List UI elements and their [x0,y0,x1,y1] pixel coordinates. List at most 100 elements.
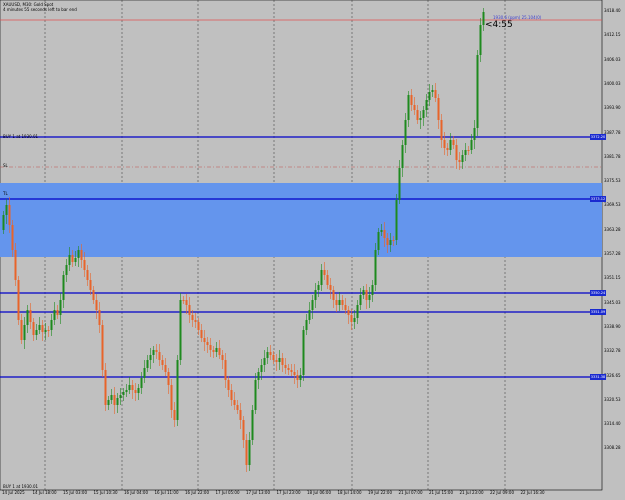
candle-bull [152,350,155,355]
time-axis-label: 15 Jul 10:30 [93,490,118,495]
candle-bull [395,200,398,240]
candle-bear [185,300,188,305]
time-axis-label: 22 Jul 09:00 [490,490,514,495]
candle-bull [260,365,263,372]
candle-bear [230,390,233,400]
buy-line-label: BUY 1 at 1930.01 [3,134,39,139]
candle-bull [137,388,140,393]
candle-bull [248,440,251,465]
candle-bear [92,290,95,300]
time-axis-label: 18 Jul 14:00 [337,490,362,495]
candle-bear [383,230,386,238]
candle-bear [227,380,230,390]
price-axis-label: 3357.28 [604,251,621,256]
candle-bear [326,275,329,285]
candle-bear [455,145,458,160]
candle-bear [32,322,35,335]
candle-bull [377,232,380,250]
candle-bull [257,372,260,380]
candle-bull [251,410,254,440]
candle-bull [44,330,47,332]
supply-zone [0,183,602,257]
candle-bear [200,330,203,338]
price-axis-label: 3369.53 [604,202,621,208]
price-chart[interactable] [0,0,625,500]
candle-bull [317,285,320,290]
candle-bear [101,325,104,370]
candle-bull [50,320,53,330]
candle-bear [410,95,413,105]
candle-bull [266,352,269,358]
candle-bear [269,352,272,355]
candle-bull [362,290,365,295]
candle-bull [302,330,305,375]
candle-bear [113,395,116,405]
time-axis-label: 17 Jul 05:00 [215,490,240,495]
price-axis-label: 3387.78 [604,129,621,135]
candle-bear [170,385,173,410]
candle-bull [215,348,218,352]
candle-bear [341,300,344,305]
time-axis-label: 17 Jul 13:00 [246,490,270,495]
candle-bull [140,378,143,388]
candle-bull [449,140,452,150]
candle-bear [329,285,332,290]
candle-bear [182,300,185,301]
candle-bull [263,358,266,365]
candle-bear [86,270,89,280]
price-tag: 3350.24 [590,290,606,296]
candle-bear [323,270,326,275]
time-axis-label: 19 Jul 22:00 [368,490,392,495]
candle-bear [365,290,368,300]
price-tag: 3351.09 [590,309,606,315]
candle-bear [443,140,446,148]
candle-bull [374,250,377,285]
candle-bull [311,300,314,310]
candle-bull [353,318,356,322]
candle-bear [209,345,212,350]
price-axis-label: 3412.15 [604,32,621,38]
candle-bear [134,390,137,393]
time-axis-label: 16 Jul 04:00 [124,490,148,495]
candle-bear [71,255,74,262]
candle-bull [476,55,479,128]
candle-bear [221,355,224,360]
candle-bull [338,300,341,305]
candle-bear [17,280,20,320]
candle-bull [419,118,422,120]
candle-bear [203,338,206,342]
candle-bull [380,230,383,232]
candle-bear [446,148,449,150]
candle-bear [161,360,164,365]
price-axis-label: 3308.28 [604,445,621,451]
chart-window[interactable]: XAUUSD, M30: Gold Spot 4 minutes 55 seco… [0,0,625,500]
candle-bull [23,325,26,340]
candle-bear [437,98,440,120]
candle-bull [122,392,125,395]
tp-line-label: TL [3,191,8,196]
time-axis-label: 16 Jul 11:00 [154,490,179,495]
candle-bear [83,260,86,270]
candle-bull [77,250,80,258]
candle-bull [431,90,434,92]
candle-bear [191,315,194,320]
time-axis-label: 22 Jul 16:30 [520,490,545,495]
candle-bull [278,358,281,362]
candle-bear [335,300,338,305]
price-axis-label: 3326.65 [604,372,621,378]
candle-bear [20,320,23,340]
candle-bear [296,375,299,380]
candle-bear [197,322,200,330]
candle-bear [416,110,419,120]
candle-bear [56,310,59,315]
price-axis-label: 3351.15 [604,275,621,281]
time-axis-label: 21 Jul 07:00 [398,490,423,495]
candle-bear [188,305,191,315]
price-tag: 3373.12 [590,196,606,202]
bar-countdown: <4:55 [485,20,513,30]
sl-line-label: SL [3,163,8,168]
candle-bear [293,372,296,375]
candle-bear [287,368,290,370]
candle-bull [314,290,317,300]
candle-bull [359,295,362,305]
